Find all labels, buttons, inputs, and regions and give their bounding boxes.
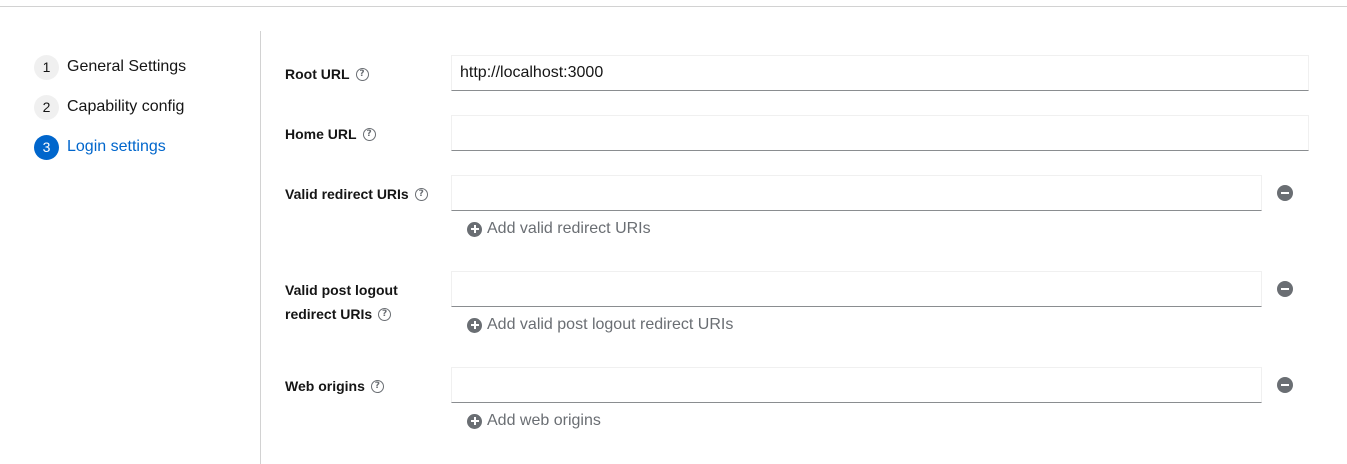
web-origins-input[interactable]: [451, 367, 1262, 403]
wizard-step-login-settings[interactable]: 3 Login settings: [34, 134, 166, 160]
valid-post-logout-redirect-uris-label-line2: redirect URIs?: [285, 302, 392, 326]
question-circle-icon[interactable]: ?: [378, 307, 392, 321]
step-label: Capability config: [67, 98, 185, 115]
plus-circle-icon: [467, 413, 482, 429]
root-url-label-text: Root URL: [285, 66, 350, 82]
home-url-label-text: Home URL: [285, 126, 357, 142]
question-circle-icon[interactable]: ?: [355, 67, 369, 81]
home-url-input[interactable]: [451, 115, 1309, 151]
minus-circle-icon[interactable]: [1277, 185, 1293, 201]
valid-post-logout-redirect-uris-label: Valid post logout: [285, 278, 398, 302]
add-web-origins-label: Add web origins: [487, 412, 601, 429]
wizard-step-capability-config[interactable]: 2 Capability config: [34, 94, 184, 120]
add-valid-post-logout-redirect-uris-button[interactable]: Add valid post logout redirect URIs: [467, 315, 733, 335]
valid-redirect-uris-input[interactable]: [451, 175, 1262, 211]
add-valid-redirect-uris-label: Add valid redirect URIs: [487, 220, 651, 237]
minus-circle-icon[interactable]: [1277, 281, 1293, 297]
plus-circle-icon: [467, 221, 482, 237]
web-origins-label-text: Web origins: [285, 378, 365, 394]
step-label: General Settings: [67, 58, 187, 75]
step-number: 2: [34, 94, 59, 120]
root-url-label: Root URL?: [285, 62, 369, 86]
valid-post-logout-label-line2-text: redirect URIs: [285, 306, 373, 322]
vertical-divider: [260, 31, 261, 464]
add-valid-post-logout-redirect-uris-label: Add valid post logout redirect URIs: [487, 316, 734, 333]
step-label: Login settings: [67, 138, 166, 155]
step-number: 1: [34, 54, 59, 80]
web-origins-label: Web origins?: [285, 374, 384, 398]
add-web-origins-button[interactable]: Add web origins: [467, 411, 601, 431]
valid-redirect-uris-label-text: Valid redirect URIs: [285, 186, 409, 202]
top-divider: [0, 6, 1347, 7]
plus-circle-icon: [467, 317, 482, 333]
valid-post-logout-redirect-uris-input[interactable]: [451, 271, 1262, 307]
wizard-step-general-settings[interactable]: 1 General Settings: [34, 54, 186, 80]
home-url-label: Home URL?: [285, 122, 376, 146]
valid-post-logout-label-line1: Valid post logout: [285, 282, 398, 298]
minus-circle-icon[interactable]: [1277, 377, 1293, 393]
root-url-input[interactable]: [451, 55, 1309, 91]
question-circle-icon[interactable]: ?: [370, 379, 384, 393]
step-number: 3: [34, 134, 59, 160]
question-circle-icon[interactable]: ?: [362, 127, 376, 141]
valid-redirect-uris-label: Valid redirect URIs?: [285, 182, 428, 206]
question-circle-icon[interactable]: ?: [414, 187, 428, 201]
add-valid-redirect-uris-button[interactable]: Add valid redirect URIs: [467, 219, 651, 239]
